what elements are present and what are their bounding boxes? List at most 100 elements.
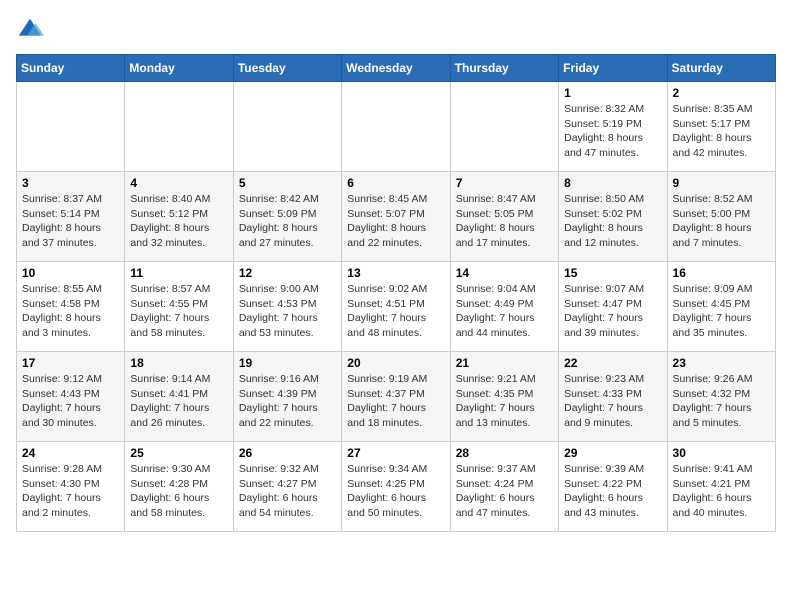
day-number: 22	[564, 356, 661, 370]
day-number: 11	[130, 266, 227, 280]
calendar-cell	[342, 82, 450, 172]
day-number: 18	[130, 356, 227, 370]
day-number: 12	[239, 266, 336, 280]
calendar-cell: 8Sunrise: 8:50 AM Sunset: 5:02 PM Daylig…	[559, 172, 667, 262]
calendar-cell: 1Sunrise: 8:32 AM Sunset: 5:19 PM Daylig…	[559, 82, 667, 172]
day-info: Sunrise: 9:07 AM Sunset: 4:47 PM Dayligh…	[564, 282, 661, 341]
calendar-cell: 23Sunrise: 9:26 AM Sunset: 4:32 PM Dayli…	[667, 352, 775, 442]
day-number: 9	[673, 176, 770, 190]
calendar-cell: 11Sunrise: 8:57 AM Sunset: 4:55 PM Dayli…	[125, 262, 233, 352]
page-header	[16, 16, 776, 44]
day-info: Sunrise: 9:00 AM Sunset: 4:53 PM Dayligh…	[239, 282, 336, 341]
weekday-header-tuesday: Tuesday	[233, 55, 341, 82]
day-info: Sunrise: 9:09 AM Sunset: 4:45 PM Dayligh…	[673, 282, 770, 341]
day-number: 28	[456, 446, 553, 460]
calendar-week-3: 10Sunrise: 8:55 AM Sunset: 4:58 PM Dayli…	[17, 262, 776, 352]
calendar-cell: 20 Sunrise: 9:19 AM Sunset: 4:37 PM Dayli…	[342, 352, 450, 442]
day-info: Sunrise: 9:12 AM Sunset: 4:43 PM Dayligh…	[22, 372, 119, 431]
weekday-header-saturday: Saturday	[667, 55, 775, 82]
calendar-cell: 30 Sunrise: 9:41 AM Sunset: 4:21 PM Dayli…	[667, 442, 775, 532]
day-number: 15	[564, 266, 661, 280]
day-info: Sunrise: 9:21 AM Sunset: 4:35 PM Dayligh…	[456, 372, 553, 431]
calendar-cell: 29 Sunrise: 9:39 AM Sunset: 4:22 PM Dayli…	[559, 442, 667, 532]
day-info: Sunrise: 9:19 AM Sunset: 4:37 PM Dayligh…	[347, 372, 444, 431]
calendar-cell: 28 Sunrise: 9:37 AM Sunset: 4:24 PM Dayli…	[450, 442, 558, 532]
calendar-cell: 6 Sunrise: 8:45 AM Sunset: 5:07 PM Daylig…	[342, 172, 450, 262]
day-info: Sunrise: 8:55 AM Sunset: 4:58 PM Dayligh…	[22, 282, 119, 341]
weekday-header-thursday: Thursday	[450, 55, 558, 82]
calendar-cell: 4 Sunrise: 8:40 AM Sunset: 5:12 PM Daylig…	[125, 172, 233, 262]
calendar-cell	[17, 82, 125, 172]
calendar-cell: 19 Sunrise: 9:16 AM Sunset: 4:39 PM Dayli…	[233, 352, 341, 442]
calendar-cell: 5 Sunrise: 8:42 AM Sunset: 5:09 PM Daylig…	[233, 172, 341, 262]
day-number: 27	[347, 446, 444, 460]
calendar-cell: 17 Sunrise: 9:12 AM Sunset: 4:43 PM Dayli…	[17, 352, 125, 442]
day-number: 14	[456, 266, 553, 280]
day-number: 19	[239, 356, 336, 370]
day-info: Sunrise: 8:47 AM Sunset: 5:05 PM Dayligh…	[456, 192, 553, 251]
day-info: Sunrise: 9:32 AM Sunset: 4:27 PM Dayligh…	[239, 462, 336, 521]
day-info: Sunrise: 8:35 AM Sunset: 5:17 PM Dayligh…	[673, 102, 770, 161]
day-number: 4	[130, 176, 227, 190]
day-number: 24	[22, 446, 119, 460]
calendar-cell: 2 Sunrise: 8:35 AM Sunset: 5:17 PM Daylig…	[667, 82, 775, 172]
calendar-cell: 27 Sunrise: 9:34 AM Sunset: 4:25 PM Dayli…	[342, 442, 450, 532]
day-info: Sunrise: 9:14 AM Sunset: 4:41 PM Dayligh…	[130, 372, 227, 431]
calendar-week-2: 3 Sunrise: 8:37 AM Sunset: 5:14 PM Daylig…	[17, 172, 776, 262]
day-info: Sunrise: 9:26 AM Sunset: 4:32 PM Dayligh…	[673, 372, 770, 431]
calendar-cell: 7 Sunrise: 8:47 AM Sunset: 5:05 PM Daylig…	[450, 172, 558, 262]
logo	[16, 16, 48, 44]
calendar-cell	[233, 82, 341, 172]
day-number: 3	[22, 176, 119, 190]
day-info: Sunrise: 8:42 AM Sunset: 5:09 PM Dayligh…	[239, 192, 336, 251]
calendar-cell: 21 Sunrise: 9:21 AM Sunset: 4:35 PM Dayli…	[450, 352, 558, 442]
calendar-cell: 13 Sunrise: 9:02 AM Sunset: 4:51 PM Dayli…	[342, 262, 450, 352]
day-info: Sunrise: 9:39 AM Sunset: 4:22 PM Dayligh…	[564, 462, 661, 521]
logo-icon	[16, 16, 44, 44]
calendar: SundayMondayTuesdayWednesdayThursdayFrid…	[16, 54, 776, 532]
day-info: Sunrise: 9:04 AM Sunset: 4:49 PM Dayligh…	[456, 282, 553, 341]
weekday-header-friday: Friday	[559, 55, 667, 82]
day-number: 2	[673, 86, 770, 100]
weekday-header-wednesday: Wednesday	[342, 55, 450, 82]
day-info: Sunrise: 9:02 AM Sunset: 4:51 PM Dayligh…	[347, 282, 444, 341]
calendar-cell: 14 Sunrise: 9:04 AM Sunset: 4:49 PM Dayli…	[450, 262, 558, 352]
calendar-cell	[125, 82, 233, 172]
day-number: 25	[130, 446, 227, 460]
day-number: 5	[239, 176, 336, 190]
day-number: 17	[22, 356, 119, 370]
calendar-week-4: 17 Sunrise: 9:12 AM Sunset: 4:43 PM Dayli…	[17, 352, 776, 442]
day-info: Sunrise: 8:37 AM Sunset: 5:14 PM Dayligh…	[22, 192, 119, 251]
day-info: Sunrise: 9:30 AM Sunset: 4:28 PM Dayligh…	[130, 462, 227, 521]
day-info: Sunrise: 9:37 AM Sunset: 4:24 PM Dayligh…	[456, 462, 553, 521]
day-info: Sunrise: 9:23 AM Sunset: 4:33 PM Dayligh…	[564, 372, 661, 431]
day-info: Sunrise: 8:32 AM Sunset: 5:19 PM Dayligh…	[564, 102, 661, 161]
day-number: 20	[347, 356, 444, 370]
calendar-cell: 12 Sunrise: 9:00 AM Sunset: 4:53 PM Dayli…	[233, 262, 341, 352]
day-info: Sunrise: 8:52 AM Sunset: 5:00 PM Dayligh…	[673, 192, 770, 251]
calendar-cell: 9 Sunrise: 8:52 AM Sunset: 5:00 PM Daylig…	[667, 172, 775, 262]
day-number: 6	[347, 176, 444, 190]
day-info: Sunrise: 8:50 AM Sunset: 5:02 PM Dayligh…	[564, 192, 661, 251]
day-info: Sunrise: 9:34 AM Sunset: 4:25 PM Dayligh…	[347, 462, 444, 521]
day-info: Sunrise: 8:40 AM Sunset: 5:12 PM Dayligh…	[130, 192, 227, 251]
day-number: 26	[239, 446, 336, 460]
day-number: 7	[456, 176, 553, 190]
day-info: Sunrise: 9:16 AM Sunset: 4:39 PM Dayligh…	[239, 372, 336, 431]
calendar-week-1: 1Sunrise: 8:32 AM Sunset: 5:19 PM Daylig…	[17, 82, 776, 172]
day-number: 29	[564, 446, 661, 460]
day-number: 21	[456, 356, 553, 370]
calendar-cell	[450, 82, 558, 172]
calendar-cell: 10Sunrise: 8:55 AM Sunset: 4:58 PM Dayli…	[17, 262, 125, 352]
day-number: 13	[347, 266, 444, 280]
calendar-cell: 3 Sunrise: 8:37 AM Sunset: 5:14 PM Daylig…	[17, 172, 125, 262]
day-info: Sunrise: 9:41 AM Sunset: 4:21 PM Dayligh…	[673, 462, 770, 521]
day-number: 16	[673, 266, 770, 280]
calendar-cell: 22 Sunrise: 9:23 AM Sunset: 4:33 PM Dayli…	[559, 352, 667, 442]
day-number: 30	[673, 446, 770, 460]
weekday-header-sunday: Sunday	[17, 55, 125, 82]
calendar-cell: 18 Sunrise: 9:14 AM Sunset: 4:41 PM Dayli…	[125, 352, 233, 442]
day-info: Sunrise: 8:45 AM Sunset: 5:07 PM Dayligh…	[347, 192, 444, 251]
calendar-cell: 16 Sunrise: 9:09 AM Sunset: 4:45 PM Dayli…	[667, 262, 775, 352]
calendar-week-5: 24Sunrise: 9:28 AM Sunset: 4:30 PM Dayli…	[17, 442, 776, 532]
